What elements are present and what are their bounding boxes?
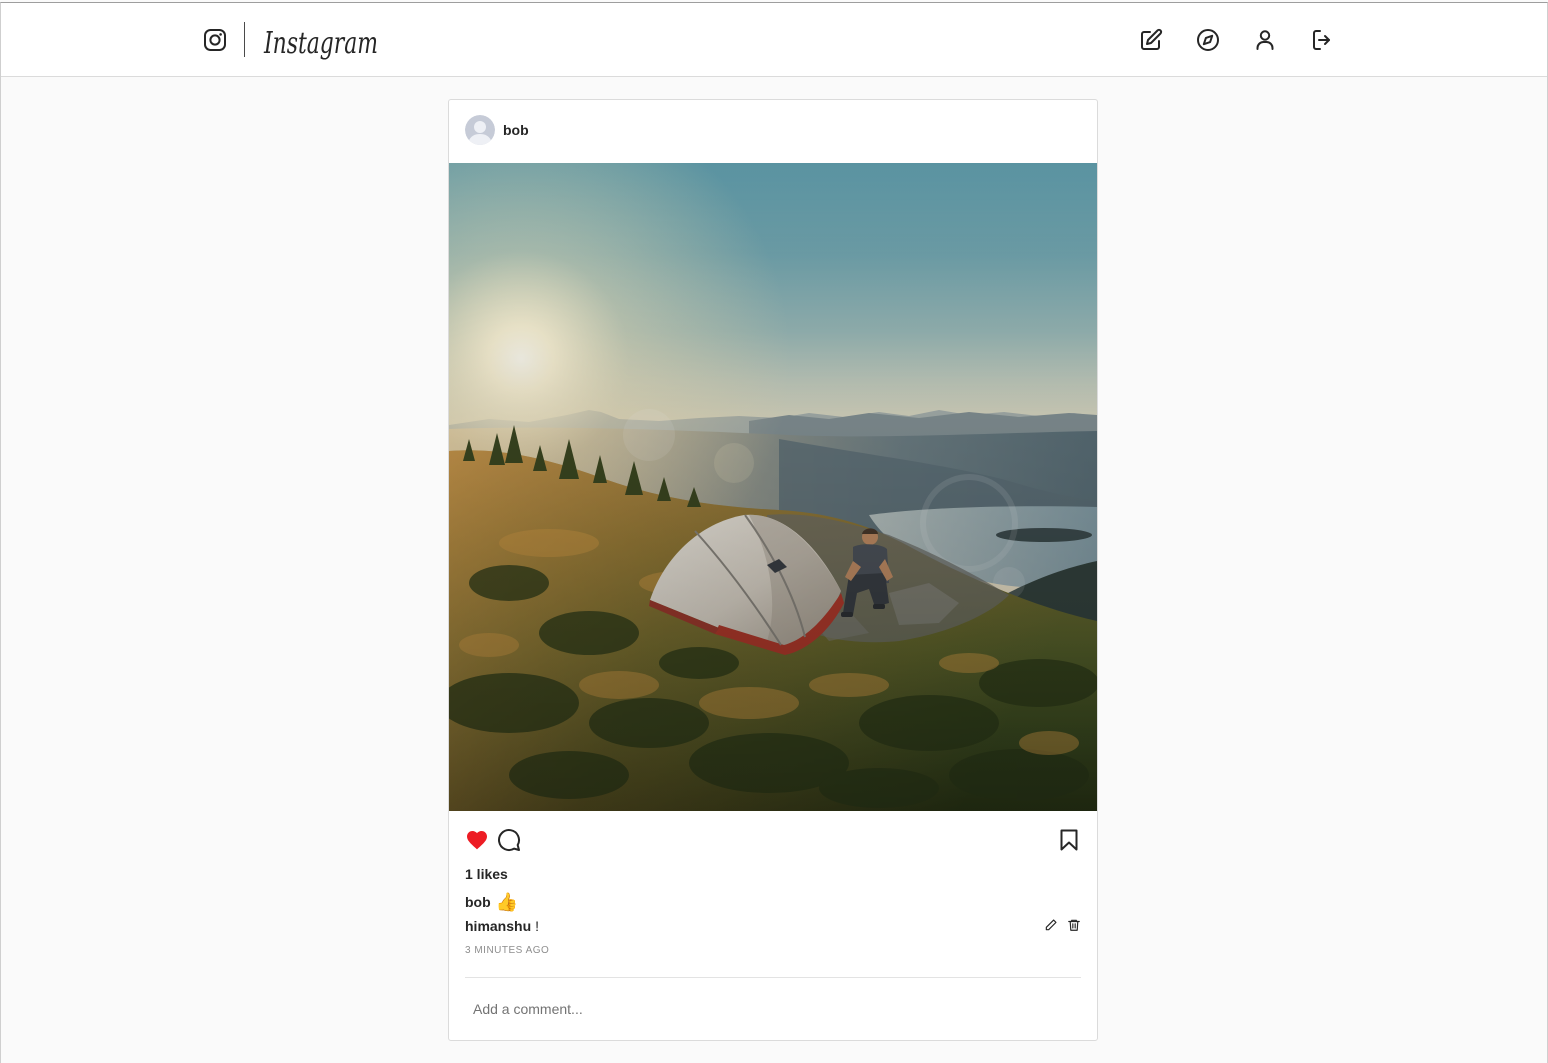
heart-icon xyxy=(465,828,489,852)
instagram-camera-icon[interactable] xyxy=(203,28,227,52)
avatar[interactable] xyxy=(465,115,495,145)
post-author-username[interactable]: bob xyxy=(503,120,529,140)
post-caption: bob 👍 xyxy=(465,890,518,914)
explore-button[interactable] xyxy=(1196,28,1220,52)
profile-button[interactable] xyxy=(1253,28,1277,52)
trash-icon xyxy=(1067,918,1081,932)
post-card: bob 1 likes bob 👍 himanshu ! 3 MINUTES A… xyxy=(448,99,1098,1041)
edit-comment-button[interactable] xyxy=(1044,918,1058,932)
pencil-icon xyxy=(1044,918,1058,932)
comment-icon xyxy=(497,828,521,852)
logout-icon xyxy=(1310,28,1334,52)
comment-item: himanshu! xyxy=(465,916,539,936)
like-button[interactable] xyxy=(465,828,489,852)
delete-comment-button[interactable] xyxy=(1067,918,1081,932)
instagram-logo[interactable]: Instagram xyxy=(263,20,381,62)
top-navbar: Instagram xyxy=(1,3,1547,77)
user-icon xyxy=(1253,28,1277,52)
likes-count: 1 likes xyxy=(465,866,508,882)
new-post-button[interactable] xyxy=(1139,28,1163,52)
bookmark-icon xyxy=(1057,828,1081,852)
post-image xyxy=(449,163,1097,811)
post-timestamp: 3 MINUTES AGO xyxy=(465,945,550,956)
logout-button[interactable] xyxy=(1310,28,1334,52)
comment-text: ! xyxy=(535,918,540,934)
comment-username[interactable]: himanshu xyxy=(465,918,531,934)
logo-text: Instagram xyxy=(263,26,378,61)
compass-icon xyxy=(1196,28,1220,52)
post-image-container xyxy=(449,163,1097,811)
edit-icon xyxy=(1139,28,1163,52)
caption-text: 👍 xyxy=(495,892,519,912)
logo-divider xyxy=(244,22,245,57)
comment-button[interactable] xyxy=(497,828,521,852)
caption-username: bob xyxy=(465,894,491,910)
add-comment-input[interactable] xyxy=(465,978,1081,1040)
save-post-button[interactable] xyxy=(1057,828,1081,852)
